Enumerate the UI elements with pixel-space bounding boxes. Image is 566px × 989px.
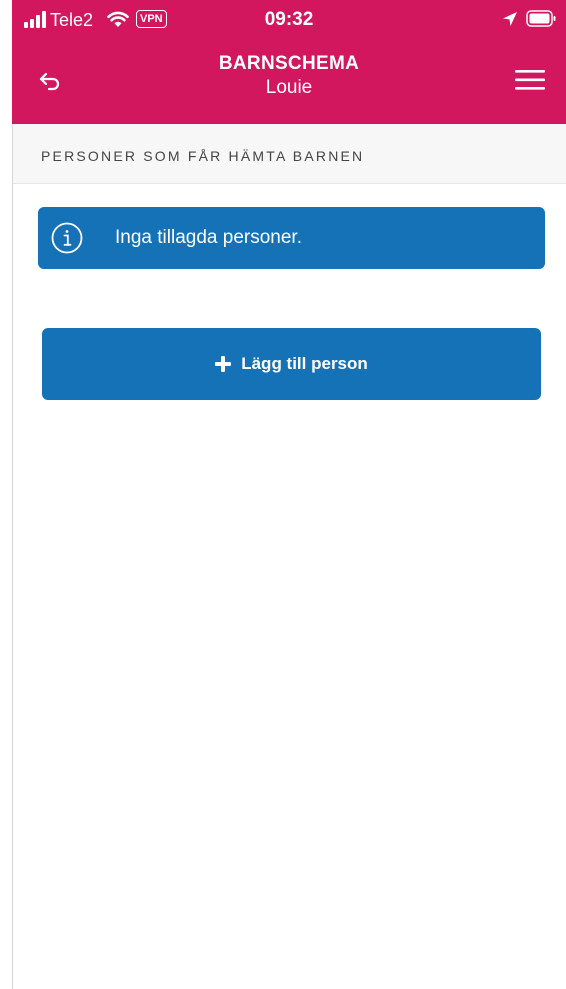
menu-button[interactable] bbox=[508, 60, 552, 100]
navigation-bar: BARNSCHEMA Louie bbox=[12, 40, 566, 124]
back-arrow-icon bbox=[39, 72, 60, 91]
back-button[interactable] bbox=[30, 62, 70, 102]
page-subtitle: Louie bbox=[265, 77, 313, 98]
location-arrow-icon bbox=[503, 12, 517, 26]
info-icon bbox=[51, 222, 83, 254]
add-person-button[interactable]: Lägg till person bbox=[42, 328, 541, 400]
hamburger-menu-icon bbox=[515, 70, 545, 90]
info-message: Inga tillagda personer. bbox=[38, 207, 545, 269]
app-header: Tele2 VPN 09:32 BARNSCHEMA Louie bbox=[12, 0, 566, 124]
battery-icon bbox=[526, 10, 556, 27]
status-bar: Tele2 VPN 09:32 bbox=[12, 0, 566, 40]
left-edge-divider bbox=[12, 124, 13, 989]
app-screen: Tele2 VPN 09:32 BARNSCHEMA Louie PERSONE… bbox=[0, 0, 566, 989]
header-title-group: BARNSCHEMA Louie bbox=[92, 52, 486, 100]
section-title: PERSONER SOM FÅR HÄMTA BARNEN bbox=[41, 148, 365, 164]
add-person-label: Lägg till person bbox=[241, 354, 368, 373]
info-message-text: Inga tillagda personer. bbox=[115, 227, 302, 248]
section-header: PERSONER SOM FÅR HÄMTA BARNEN bbox=[13, 124, 566, 184]
page-title: BARNSCHEMA bbox=[218, 53, 360, 74]
plus-icon bbox=[215, 356, 232, 372]
status-time: 09:32 bbox=[264, 9, 314, 30]
